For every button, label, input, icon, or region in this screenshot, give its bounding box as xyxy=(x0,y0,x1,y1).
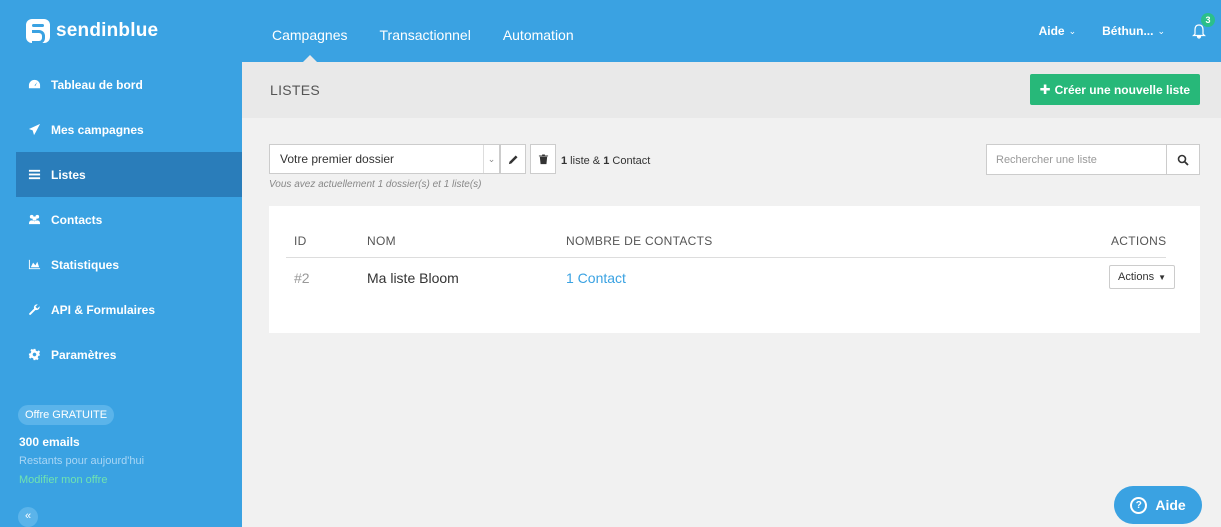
chevron-down-icon: ⌄ xyxy=(483,145,499,173)
offer-remaining-text: Restants pour aujourd'hui xyxy=(19,455,145,467)
table-header-divider xyxy=(286,257,1166,258)
column-header-contacts[interactable]: NOMBRE DE CONTACTS xyxy=(566,234,713,248)
sidebar-item-settings[interactable]: Paramètres xyxy=(0,332,242,377)
area-chart-icon xyxy=(27,258,41,272)
notification-count-badge: 3 xyxy=(1201,13,1215,27)
help-menu[interactable]: Aide ⌄ xyxy=(1039,24,1077,38)
sidebar-item-label: API & Formulaires xyxy=(51,302,156,317)
folder-select-value: Votre premier dossier xyxy=(280,152,395,166)
search-box xyxy=(986,144,1200,175)
sidebar-item-label: Tableau de bord xyxy=(51,77,143,92)
dashboard-icon xyxy=(27,78,41,92)
sidebar-item-label: Mes campagnes xyxy=(51,122,144,137)
column-header-id[interactable]: ID xyxy=(294,234,307,248)
edit-folder-button[interactable] xyxy=(500,144,526,174)
modify-offer-link[interactable]: Modifier mon offre xyxy=(19,474,107,486)
paper-plane-icon xyxy=(27,123,41,137)
pencil-icon xyxy=(508,154,518,164)
caret-down-icon: ▼ xyxy=(1158,272,1166,282)
sidebar-item-label: Paramètres xyxy=(51,347,117,362)
page-header: LISTES ✚ Créer une nouvelle liste xyxy=(242,62,1221,118)
brand-logo[interactable]: sendinblue xyxy=(0,0,242,62)
topnav-automation[interactable]: Automation xyxy=(503,0,574,62)
row-actions-button[interactable]: Actions ▼ xyxy=(1109,265,1175,289)
list-icon xyxy=(27,168,41,182)
sidebar-item-dashboard[interactable]: Tableau de bord xyxy=(0,62,242,107)
user-menu-label: Béthun... xyxy=(1102,24,1154,38)
page-title: LISTES xyxy=(270,82,321,98)
list-count-word: liste & xyxy=(567,155,604,167)
chevron-down-icon: ⌄ xyxy=(1157,25,1165,36)
question-circle-icon: ? xyxy=(1130,496,1148,514)
list-id: #2 xyxy=(294,270,310,286)
top-right-menu: Aide ⌄ Béthun... ⌄ 3 xyxy=(1039,0,1221,62)
offer-badge: Offre GRATUITE xyxy=(18,405,115,425)
chevron-down-icon: ⌄ xyxy=(1068,25,1077,36)
sidebar-item-contacts[interactable]: Contacts xyxy=(0,197,242,242)
main-content: LISTES ✚ Créer une nouvelle liste Votre … xyxy=(242,62,1221,527)
list-contact-count: 1 liste & 1 Contact xyxy=(561,155,650,167)
create-list-button[interactable]: ✚ Créer une nouvelle liste xyxy=(1029,74,1200,105)
trash-icon xyxy=(538,153,548,164)
help-menu-label: Aide xyxy=(1038,24,1065,38)
collapse-sidebar-button[interactable]: « xyxy=(18,507,38,527)
top-bar: sendinblue Campagnes Transactionnel Auto… xyxy=(0,0,1221,62)
gear-icon xyxy=(27,348,41,362)
lists-table: ID NOM NOMBRE DE CONTACTS ACTIONS #2 Ma … xyxy=(269,206,1200,333)
sidebar: Tableau de bord Mes campagnes Listes Con… xyxy=(0,62,242,527)
list-contacts-link[interactable]: 1 Contact xyxy=(566,270,626,286)
sidebar-item-label: Listes xyxy=(51,167,86,182)
users-icon xyxy=(27,213,41,227)
folder-help-text: Vous avez actuellement 1 dossier(s) et 1… xyxy=(269,179,482,190)
help-button[interactable]: ? Aide xyxy=(1114,486,1202,524)
list-name[interactable]: Ma liste Bloom xyxy=(367,270,459,286)
sidebar-item-campaigns[interactable]: Mes campagnes xyxy=(0,107,242,152)
plus-icon: ✚ xyxy=(1039,81,1051,97)
wrench-icon xyxy=(27,303,41,317)
sidebar-item-label: Contacts xyxy=(51,212,103,227)
column-header-actions: ACTIONS xyxy=(1111,234,1167,248)
column-header-name[interactable]: NOM xyxy=(367,234,396,248)
help-button-label: Aide xyxy=(1155,497,1186,513)
sidebar-item-api-forms[interactable]: API & Formulaires xyxy=(0,287,242,332)
topnav-campagnes[interactable]: Campagnes xyxy=(272,0,348,62)
offer-email-count: 300 emails xyxy=(19,435,80,449)
create-list-label: Créer une nouvelle liste xyxy=(1054,82,1190,97)
top-nav: Campagnes Transactionnel Automation xyxy=(272,0,606,62)
sidebar-item-label: Statistiques xyxy=(51,257,120,272)
notifications-button[interactable]: 3 xyxy=(1191,13,1215,39)
sidebar-item-lists[interactable]: Listes xyxy=(16,152,242,197)
search-button[interactable] xyxy=(1166,145,1199,174)
topnav-transactionnel[interactable]: Transactionnel xyxy=(380,0,471,62)
sidebar-item-statistics[interactable]: Statistiques xyxy=(0,242,242,287)
folder-select[interactable]: Votre premier dossier ⌄ xyxy=(269,144,500,174)
user-menu[interactable]: Béthun... ⌄ xyxy=(1102,24,1165,38)
search-icon xyxy=(1177,154,1189,166)
row-actions-label: Actions xyxy=(1118,271,1155,283)
brand-name: sendinblue xyxy=(56,20,159,41)
search-input[interactable] xyxy=(987,145,1166,174)
contact-count-word: Contact xyxy=(609,155,651,167)
delete-folder-button[interactable] xyxy=(530,144,556,174)
sendinblue-logo-icon xyxy=(26,19,50,44)
